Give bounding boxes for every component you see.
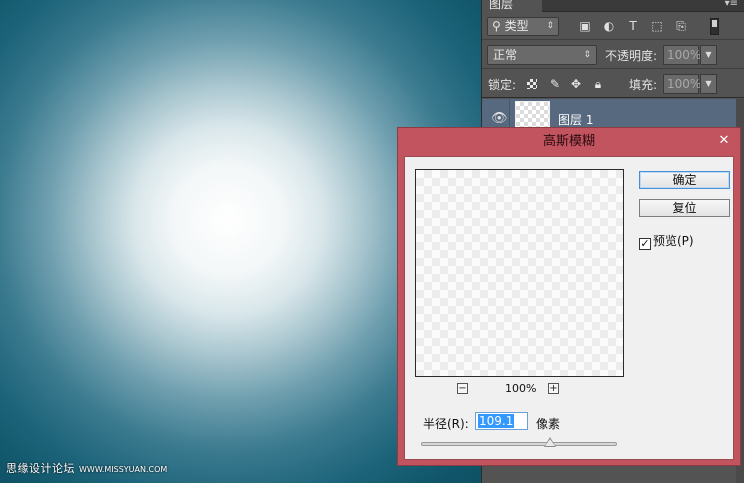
fill-dropdown-button[interactable]: ▼ — [700, 74, 717, 94]
updown-arrows-icon: ⇕ — [583, 50, 591, 60]
checkmark-icon[interactable]: ✓ — [639, 238, 651, 250]
panel-tabbar: 图层 ▾≡ — [482, 0, 744, 12]
radius-unit: 像素 — [536, 417, 561, 431]
type-filter-icon[interactable]: T — [626, 19, 640, 33]
smart-object-filter-icon[interactable]: ⎘ — [674, 19, 688, 33]
watermark-text: 思缘设计论坛 — [6, 462, 75, 475]
shape-filter-icon[interactable]: ⬚ — [650, 19, 664, 33]
radius-input[interactable]: 109.1 — [475, 412, 528, 430]
lock-label: 锁定: — [488, 78, 517, 92]
reset-button[interactable]: 复位 — [639, 199, 730, 217]
radius-slider-track[interactable] — [421, 442, 617, 446]
opacity-dropdown-button[interactable]: ▼ — [700, 45, 717, 65]
preview-checkbox[interactable]: ✓ 预览(P) — [639, 232, 694, 250]
tab-layers[interactable]: 图层 — [482, 0, 542, 12]
blur-preview[interactable] — [415, 169, 624, 377]
zoom-level: 100% — [505, 382, 537, 395]
lock-transparency-icon[interactable] — [527, 79, 537, 89]
layer-filter-row: ⚲ 类型 ⇕ ▣ ◐ T ⬚ ⎘ — [482, 14, 744, 40]
lock-move-icon[interactable]: ✥ — [569, 77, 583, 91]
filter-kind-label: 类型 — [504, 19, 529, 33]
filter-kind-select[interactable]: ⚲ 类型 ⇕ — [487, 17, 559, 36]
radius-label: 半径(R): — [423, 417, 469, 431]
layer-name[interactable]: 图层 1 — [558, 111, 593, 128]
ok-button[interactable]: 确定 — [639, 171, 730, 189]
blend-row: 正常 ⇕ 不透明度: 100% ▼ — [482, 41, 744, 69]
blend-mode-select[interactable]: 正常 ⇕ — [487, 45, 597, 65]
watermark-url: WWW.MISSYUAN.COM — [79, 465, 168, 474]
filter-toggle[interactable] — [710, 18, 719, 35]
adjustment-filter-icon[interactable]: ◐ — [602, 19, 616, 33]
zoom-in-button[interactable]: + — [548, 383, 559, 394]
watermark: 思缘设计论坛 WWW.MISSYUAN.COM — [6, 460, 167, 476]
radius-value[interactable]: 109.1 — [478, 414, 515, 428]
fill-field[interactable]: 100% — [663, 74, 701, 94]
fill-label: 填充: — [629, 78, 658, 92]
eye-icon[interactable]: 👁︎ — [491, 111, 508, 126]
updown-arrows-icon: ⇕ — [546, 21, 554, 31]
preview-label: 预览(P) — [653, 234, 694, 248]
dialog-title[interactable]: 高斯模糊 — [398, 128, 740, 156]
blend-mode-value: 正常 — [493, 48, 518, 62]
radius-slider-thumb[interactable] — [544, 437, 557, 447]
close-icon[interactable]: ✕ — [715, 132, 733, 150]
panel-menu-icon[interactable]: ▾≡ — [725, 0, 738, 9]
opacity-field[interactable]: 100% — [663, 45, 701, 65]
dialog-body: − 100% + 确定 复位 ✓ 预览(P) 半径(R): 109.1 像素 — [404, 156, 734, 460]
lock-paint-icon[interactable]: ✎ — [548, 77, 562, 91]
image-filter-icon[interactable]: ▣ — [578, 19, 592, 33]
zoom-out-button[interactable]: − — [457, 383, 468, 394]
opacity-label: 不透明度: — [605, 49, 658, 63]
search-icon: ⚲ — [492, 19, 501, 33]
lock-all-icon[interactable]: 🔒︎ — [591, 77, 605, 91]
lock-row: 锁定: ✎ ✥ 🔒︎ 填充: 100% ▼ — [482, 70, 744, 98]
gaussian-blur-dialog: 高斯模糊 ✕ − 100% + 确定 复位 ✓ 预览(P) 半径(R): 109.… — [397, 127, 741, 466]
